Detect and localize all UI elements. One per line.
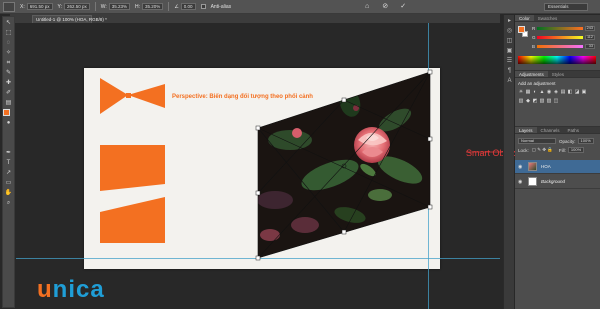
layer-row-hoa[interactable]: ◉ HOA	[515, 160, 600, 174]
character-icon[interactable]: A	[506, 78, 513, 85]
properties-icon[interactable]: ◫	[506, 38, 513, 45]
photo-filter-icon[interactable]: ◪	[574, 89, 580, 95]
adjustment-icons: ☀ ▦ ◐ ▲ ◉ ◈ ▤ ◧ ◪ ▣ ▥ ◆ ◩ ▧ ▨ ◫	[518, 89, 598, 104]
color-balance-icon[interactable]: ▤	[560, 89, 566, 95]
layer-name: Background	[541, 179, 566, 184]
adjustments-panel-tabs: Adjustments Styles	[515, 71, 600, 78]
brightness-contrast-icon[interactable]: ☀	[518, 89, 524, 95]
selective-color-icon[interactable]: ◫	[553, 98, 559, 104]
bowtie-shape	[126, 93, 131, 98]
blend-mode-select[interactable]: Normal	[518, 138, 556, 144]
bowtie-shape	[100, 78, 128, 114]
tab-paths[interactable]: Paths	[564, 127, 584, 133]
vibrance-icon[interactable]: ◉	[546, 89, 552, 95]
red-slider[interactable]	[537, 27, 583, 30]
green-slider-row: G 112	[532, 35, 595, 40]
green-slider[interactable]	[537, 36, 583, 39]
color-panel: R 243 G 112 B 33	[515, 22, 600, 70]
exposure-icon[interactable]: ▲	[539, 89, 545, 95]
layers-panel-tabs: Layers Channels Paths	[515, 127, 600, 134]
adjustments-title: Add an adjustment	[518, 81, 556, 86]
eye-icon[interactable]: ◉	[518, 179, 524, 185]
fill-field[interactable]: 100%	[567, 147, 585, 153]
play-icon[interactable]: ▸	[506, 18, 513, 25]
trapezoid-shape	[100, 197, 165, 243]
color-panel-tabs: Color Swatches	[515, 15, 600, 22]
blue-slider-row: B 33	[532, 44, 595, 49]
layer-row-background[interactable]: ◉ Background	[515, 175, 600, 189]
paragraph-icon[interactable]: ¶	[506, 68, 513, 75]
layer-thumbnail	[528, 177, 537, 186]
info-icon[interactable]: ▣	[506, 48, 513, 55]
blue-value-field[interactable]: 33	[585, 44, 595, 49]
tab-styles[interactable]: Styles	[548, 71, 568, 77]
blend-row: Normal Opacity: 100%	[518, 138, 594, 144]
posterize-icon[interactable]: ◩	[532, 98, 538, 104]
color-lookup-icon[interactable]: ▥	[518, 98, 524, 104]
trapezoid-shape	[100, 145, 165, 191]
blue-slider[interactable]	[537, 45, 583, 48]
lock-label: Lock:	[518, 147, 529, 153]
tab-adjustments[interactable]: Adjustments	[515, 71, 548, 77]
history-icon[interactable]: ◎	[506, 28, 513, 35]
curves-icon[interactable]: ◐	[532, 89, 538, 95]
opacity-field[interactable]: 100%	[577, 138, 594, 144]
layer-thumbnail	[528, 162, 537, 171]
hue-saturation-icon[interactable]: ◈	[553, 89, 559, 95]
lock-row: Lock: ▢ ✎ ✥ 🔒 Fill: 100%	[518, 147, 585, 153]
lock-icon[interactable]: ▢ ✎ ✥ 🔒	[532, 147, 553, 153]
gradient-map-icon[interactable]: ▨	[546, 98, 552, 104]
color-spectrum-ramp[interactable]	[518, 56, 596, 64]
red-value-field[interactable]: 243	[585, 26, 595, 31]
fill-label: Fill:	[558, 147, 566, 153]
layer-name: HOA	[541, 164, 551, 169]
actions-icon[interactable]: ☰	[506, 58, 513, 65]
levels-icon[interactable]: ▦	[525, 89, 531, 95]
right-panels: Color Swatches R 243 G 112 B 33 Adjustme…	[515, 15, 600, 309]
threshold-icon[interactable]: ▧	[539, 98, 545, 104]
tab-swatches[interactable]: Swatches	[534, 15, 562, 21]
tab-channels[interactable]: Channels	[537, 127, 564, 133]
tab-color[interactable]: Color	[515, 15, 534, 21]
layers-panel: Layers Channels Paths Normal Opacity: 10…	[515, 126, 600, 309]
opacity-label: Opacity:	[559, 138, 576, 144]
black-white-icon[interactable]: ◧	[567, 89, 573, 95]
green-value-field[interactable]: 112	[585, 35, 595, 40]
red-slider-row: R 243	[532, 26, 595, 31]
channel-mixer-icon[interactable]: ▣	[581, 89, 587, 95]
tab-layers[interactable]: Layers	[515, 127, 537, 133]
adjustments-panel: Adjustments Styles Add an adjustment ☀ ▦…	[515, 70, 600, 126]
unica-logo: unica	[37, 276, 105, 303]
invert-icon[interactable]: ◆	[525, 98, 531, 104]
foreground-color-chip[interactable]	[518, 26, 525, 33]
bowtie-shape	[128, 84, 165, 108]
panel-dock-strip: ▸ ◎ ◫ ▣ ☰ ¶ A	[503, 15, 514, 309]
eye-icon[interactable]: ◉	[518, 164, 524, 170]
